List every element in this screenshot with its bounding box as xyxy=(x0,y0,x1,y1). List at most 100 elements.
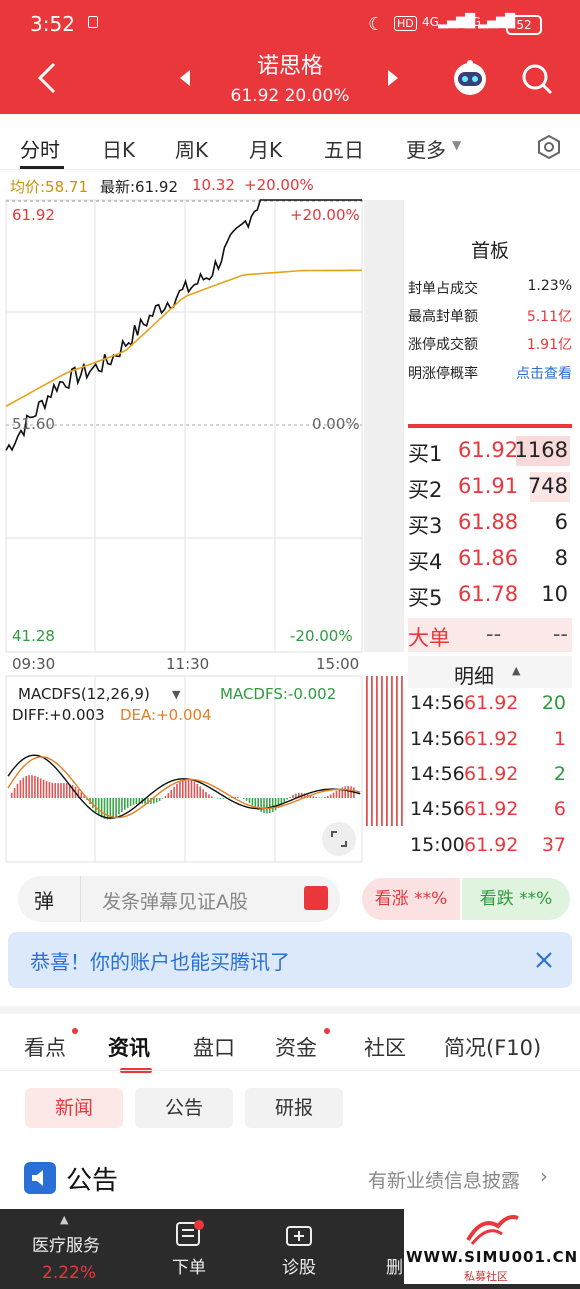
y-axis-bottom-price: 41.28 xyxy=(12,627,55,645)
banner-text: 恭喜！你的账户也能买腾讯了 xyxy=(30,950,290,974)
panel-row: 封单占成交 1.23% xyxy=(408,278,572,298)
macd-bar xyxy=(190,780,193,798)
tab-f10[interactable]: 简况(F10) xyxy=(444,1032,541,1062)
chip-announcement[interactable]: 公告 xyxy=(135,1088,233,1128)
macd-bar xyxy=(182,780,184,798)
chip-research[interactable]: 研报 xyxy=(245,1088,343,1128)
big-order-row[interactable]: 大单 -- -- xyxy=(408,618,572,652)
chip-news[interactable]: 新闻 xyxy=(25,1088,123,1128)
big-order-value: -- xyxy=(486,622,502,646)
chevron-right-icon: › xyxy=(540,1164,548,1188)
macd-bar xyxy=(376,676,378,826)
detail-vol: 20 xyxy=(541,692,566,714)
tab-more[interactable]: 更多 xyxy=(406,134,446,163)
gift-icon[interactable] xyxy=(304,886,328,910)
click-view-link[interactable]: 点击查看 xyxy=(516,363,572,383)
macd-bar xyxy=(245,798,248,801)
macd-bar xyxy=(124,798,126,810)
order-book-row: 买3 61.88 6 xyxy=(408,506,572,540)
robot-icon[interactable] xyxy=(450,58,490,98)
detail-vol: 2 xyxy=(553,763,566,785)
unread-dot xyxy=(324,1028,330,1034)
detail-price: 61.92 xyxy=(464,763,519,785)
macd-bar xyxy=(60,783,62,798)
macd-bar xyxy=(260,798,262,812)
macd-bar xyxy=(248,798,251,803)
announcement-link[interactable]: 有新业绩信息披露 xyxy=(368,1166,520,1193)
macd-bar xyxy=(167,793,170,798)
avg-series-line xyxy=(5,269,362,408)
tab-news[interactable]: 资讯 xyxy=(108,1032,150,1062)
tab-community[interactable]: 社区 xyxy=(364,1032,406,1062)
ob-label: 买1 xyxy=(408,442,443,466)
ob-qty: 748 xyxy=(527,474,568,498)
tab-five-day[interactable]: 五日 xyxy=(324,134,364,163)
macd-bar xyxy=(205,792,207,798)
price-series-line xyxy=(5,199,362,452)
macd-bar xyxy=(266,798,268,814)
macd-bar xyxy=(80,792,83,798)
tab-intraday[interactable]: 分时 xyxy=(20,134,60,163)
back-icon[interactable] xyxy=(34,60,60,96)
macd-bar xyxy=(263,798,265,813)
fullscreen-button[interactable] xyxy=(322,822,356,856)
next-stock-icon[interactable] xyxy=(386,68,400,88)
tab-daily-k[interactable]: 日K xyxy=(102,134,135,163)
sector-name[interactable]: 医疗服务 xyxy=(32,1231,100,1256)
promo-banner[interactable]: 恭喜！你的账户也能买腾讯了 xyxy=(8,932,572,988)
watermark-sub: 私募社区 xyxy=(464,1270,508,1283)
ob-label: 买5 xyxy=(408,586,443,610)
detail-time: 14:56 xyxy=(410,692,465,714)
panel-row: 涨停成交额 1.91亿 xyxy=(408,334,572,354)
ob-price: 61.86 xyxy=(458,546,519,570)
order-button[interactable]: 下单 xyxy=(172,1253,206,1278)
panel-row: 最高封单额 5.11亿 xyxy=(408,306,572,326)
detail-price: 61.92 xyxy=(464,798,519,820)
detail-vol: 1 xyxy=(553,728,566,750)
delete-button[interactable]: 删 xyxy=(386,1253,403,1278)
danmaku-input[interactable]: 弹 发条弹幕见证A股 xyxy=(18,876,340,922)
macd-bar xyxy=(324,797,326,798)
vote-rise-button[interactable]: 看涨 **% xyxy=(362,878,460,920)
tab-weekly-k[interactable]: 周K xyxy=(175,134,208,163)
tab-monthly-k[interactable]: 月K xyxy=(249,134,282,163)
x-axis-end: 15:00 xyxy=(316,655,360,673)
stock-price-line: 61.92 20.00% xyxy=(230,86,350,106)
macd-bar xyxy=(173,786,175,798)
panel-row-label: 封单占成交 xyxy=(408,281,478,297)
macd-bar xyxy=(121,798,123,813)
tab-funds[interactable]: 资金 xyxy=(275,1032,317,1062)
diagnose-button[interactable]: 诊股 xyxy=(282,1253,316,1278)
macd-bar xyxy=(164,796,167,798)
macd-bar xyxy=(66,783,68,798)
settings-hex-icon[interactable] xyxy=(536,134,562,160)
macd-bar xyxy=(103,798,106,819)
macd-bar xyxy=(202,789,204,798)
close-icon[interactable] xyxy=(534,950,554,970)
panel-row-label: 涨停成交额 xyxy=(408,337,478,353)
macd-bar xyxy=(179,781,181,798)
tab-highlights[interactable]: 看点 xyxy=(24,1032,66,1062)
search-icon[interactable] xyxy=(520,62,554,96)
period-tabs: 分时 日K 周K 月K 五日 更多 ▼ xyxy=(0,120,580,170)
tab-orderbook[interactable]: 盘口 xyxy=(193,1032,235,1062)
intraday-chart[interactable] xyxy=(0,172,404,864)
y-axis-mid-pct: 0.00% xyxy=(312,415,360,433)
macd-indicator-select[interactable]: MACDFS(12,26,9) xyxy=(18,685,150,703)
detail-time: 15:00 xyxy=(410,834,465,856)
panel-row-label: 最高封单额 xyxy=(408,309,478,325)
panel-row: 明涨停概率 点击查看 xyxy=(408,363,572,383)
macd-bar xyxy=(51,782,54,798)
board-status-title: 首板 xyxy=(470,240,509,262)
detail-price: 61.92 xyxy=(464,692,519,714)
vote-fall-button[interactable]: 看跌 **% xyxy=(462,878,570,920)
macd-bar xyxy=(48,782,51,798)
macd-bar xyxy=(176,784,178,798)
moon-icon: ☾ xyxy=(368,14,385,35)
macd-bar xyxy=(115,798,117,817)
ob-price: 61.78 xyxy=(458,582,519,606)
detail-header[interactable]: 明细 ▲ xyxy=(408,656,572,688)
macd-bar xyxy=(28,775,30,798)
panel-row-value: 1.23% xyxy=(527,278,572,294)
x-axis-mid: 11:30 xyxy=(166,655,210,673)
